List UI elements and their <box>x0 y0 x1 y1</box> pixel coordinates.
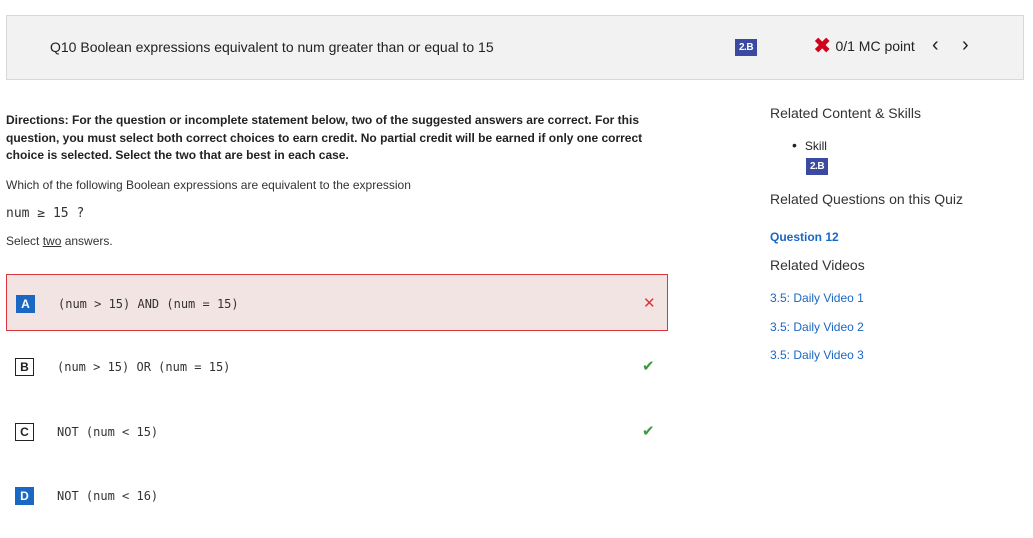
choice-code-d: NOT (num < 16) <box>57 489 159 503</box>
video-link-1[interactable]: 3.5: Daily Video 1 <box>770 291 864 305</box>
choice-letter-b: B <box>15 358 34 376</box>
select-emphasis: two <box>42 234 62 248</box>
question-prompt: Which of the following Boolean expressio… <box>6 178 411 192</box>
choice-code-a: (num > 15) AND (num = 15) <box>58 297 239 311</box>
answer-choice-d[interactable]: D NOT (num < 16) <box>6 467 668 524</box>
next-question-chevron-right-icon[interactable]: › <box>962 34 969 56</box>
related-videos-heading: Related Videos <box>770 257 865 273</box>
choice-code-c: NOT (num < 15) <box>57 425 159 439</box>
select-suffix: answers. <box>61 234 113 248</box>
video-link-3[interactable]: 3.5: Daily Video 3 <box>770 348 864 362</box>
choice-letter-c: C <box>15 423 34 441</box>
sidebar-skill-badge[interactable]: 2.B <box>806 158 829 175</box>
correct-check-icon: ✔ <box>642 423 655 440</box>
skill-list-item: Skill <box>792 137 827 153</box>
choice-letter-a: A <box>16 295 35 313</box>
correct-check-icon: ✔ <box>642 358 655 375</box>
related-question-link[interactable]: Question 12 <box>770 230 839 244</box>
choice-letter-d: D <box>15 487 34 505</box>
directions-text: Directions: For the question or incomple… <box>6 113 643 162</box>
score-text: 0/1 MC point <box>835 38 915 54</box>
select-instruction: Select two answers. <box>6 234 113 248</box>
answer-choice-b[interactable]: B (num > 15) OR (num = 15) ✔ <box>6 338 668 395</box>
incorrect-x-icon: ✕ <box>643 295 656 312</box>
question-expression: num ≥ 15 ? <box>6 206 84 221</box>
question-header: Q10 Boolean expressions equivalent to nu… <box>6 15 1024 80</box>
expression-text: num ≥ 15 <box>6 206 69 221</box>
choice-code-b: (num > 15) OR (num = 15) <box>57 360 231 374</box>
incorrect-x-icon: ✖ <box>813 33 832 58</box>
answer-choice-a[interactable]: A (num > 15) AND (num = 15) ✕ <box>6 274 668 331</box>
answer-choice-c[interactable]: C NOT (num < 15) ✔ <box>6 403 668 460</box>
skill-badge[interactable]: 2.B <box>735 39 758 56</box>
previous-question-chevron-left-icon[interactable]: ‹ <box>932 34 939 56</box>
question-title: Q10 Boolean expressions equivalent to nu… <box>50 39 494 55</box>
select-prefix: Select <box>6 234 43 248</box>
related-content-heading: Related Content & Skills <box>770 105 921 121</box>
video-link-2[interactable]: 3.5: Daily Video 2 <box>770 320 864 334</box>
score-display: ✖ 0/1 MC point <box>813 33 915 58</box>
related-questions-heading: Related Questions on this Quiz <box>770 191 963 207</box>
expression-suffix: ? <box>76 206 85 221</box>
